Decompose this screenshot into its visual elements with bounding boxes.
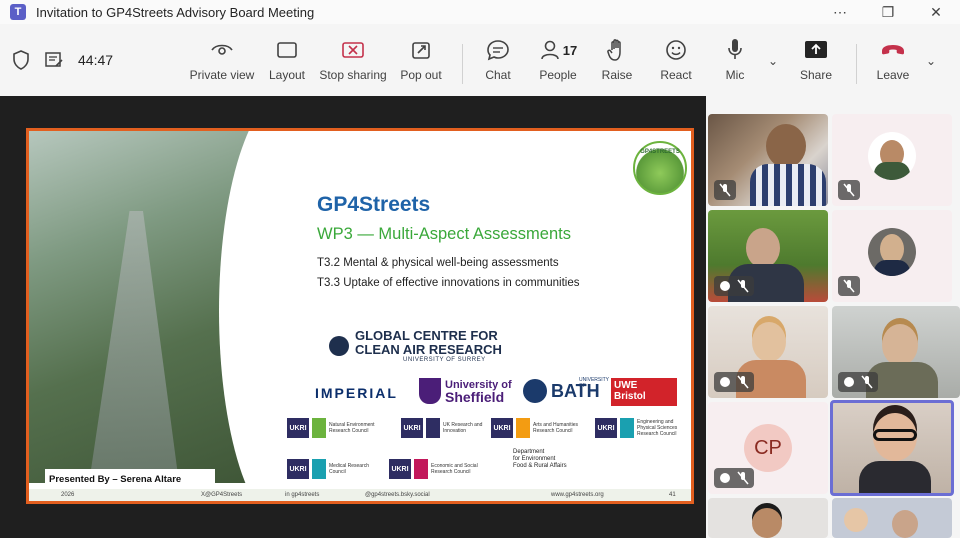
ukri-ahrc-logo: UKRI Arts and Humanities Research Council [491, 418, 587, 438]
mic-off-icon [719, 183, 731, 197]
mic-options-chevron-icon[interactable]: ⌄ [768, 54, 778, 68]
chat-icon [487, 40, 509, 61]
participant-tile[interactable] [832, 498, 952, 538]
react-label: React [660, 68, 692, 82]
share-label: Share [799, 68, 833, 82]
pop-out-button[interactable]: Pop out [389, 38, 453, 82]
global-centre-logo: GLOBAL CENTRE FOR CLEAN AIR RESEARCH UNI… [329, 329, 502, 363]
ukri-nerc-logo: UKRI Natural Environment Research Council [287, 418, 383, 438]
pop-out-icon [412, 42, 430, 59]
react-button[interactable]: React [644, 38, 708, 82]
close-icon[interactable]: ✕ [912, 0, 960, 24]
mic-off-icon [843, 279, 855, 293]
private-view-button[interactable]: Private view [190, 38, 254, 82]
slide-task-1: T3.2 Mental & physical well-being assess… [317, 257, 559, 269]
pin-icon [844, 377, 854, 387]
ukri-esrc-logo: UKRI Economic and Social Research Council [389, 459, 485, 479]
participant-initials-avatar: CP [744, 424, 792, 472]
ukri-mrc-logo: UKRI Medical Research Council [287, 459, 383, 479]
mic-off-icon [861, 375, 873, 389]
people-button[interactable]: 17 People [526, 38, 590, 82]
ukri-logo: UKRI UK Research and Innovation [401, 418, 497, 438]
presentation-slide: Presented By – Serena Altare GP4STREETS … [26, 128, 694, 504]
slide-footer: 2026 X@GP4Streets in gp4streets @gp4stre… [29, 489, 691, 501]
teams-icon: T [10, 4, 26, 20]
window-title: Invitation to GP4Streets Advisory Board … [36, 4, 315, 20]
participant-tile[interactable] [708, 114, 828, 206]
participant-tile[interactable] [708, 498, 828, 538]
uwe-bristol-logo: UWE Bristol [611, 378, 677, 406]
sheffield-logo: University of Sheffield [419, 378, 512, 404]
participant-tile[interactable] [708, 306, 828, 398]
restore-icon[interactable]: ❐ [864, 0, 912, 24]
chat-button[interactable]: Chat [466, 38, 530, 82]
participant-gallery: CP [706, 110, 960, 538]
layout-icon [277, 42, 297, 58]
slide-title: GP4Streets [317, 193, 431, 216]
mic-off-icon [737, 375, 749, 389]
notes-icon[interactable] [44, 51, 64, 69]
ukri-epsrc-logo: UKRI Engineering and Physical Sciences Re… [595, 418, 691, 438]
mic-button[interactable]: Mic [703, 38, 767, 82]
leave-button[interactable]: Leave [861, 38, 925, 82]
active-speaker-tile[interactable] [830, 400, 954, 496]
presenter-caption: Presented By – Serena Altare [45, 469, 215, 489]
private-view-label: Private view [189, 68, 255, 82]
people-label: People [539, 68, 577, 82]
more-options-icon[interactable]: ⋯ [816, 0, 864, 24]
chat-label: Chat [485, 68, 511, 82]
people-count: 17 [562, 42, 578, 58]
raise-label: Raise [601, 68, 633, 82]
mic-off-icon [843, 183, 855, 197]
participant-tile[interactable]: CP [708, 402, 828, 494]
share-button[interactable]: Share [784, 38, 848, 82]
gp4streets-logo: GP4STREETS [633, 141, 687, 195]
pin-icon [720, 377, 730, 387]
raise-hand-icon [607, 39, 621, 61]
imperial-logo: IMPERIAL [315, 385, 398, 401]
title-bar: T Invitation to GP4Streets Advisory Boar… [0, 0, 960, 24]
bath-logo: UNIVERSITY OF BATH [523, 377, 609, 403]
meeting-timer: 44:47 [78, 52, 114, 68]
stop-sharing-label: Stop sharing [319, 68, 387, 82]
meeting-toolbar: 44:47 Private view Layout Stop sharing P… [0, 24, 960, 96]
pin-icon [720, 473, 730, 483]
slide-task-2: T3.3 Uptake of effective innovations in … [317, 277, 580, 289]
mic-label: Mic [725, 68, 745, 82]
shield-icon[interactable] [12, 50, 30, 70]
share-icon [805, 41, 827, 58]
defra-logo: Department for Environment Food & Rural Af… [513, 449, 567, 469]
stop-sharing-icon [342, 42, 364, 58]
leave-label: Leave [876, 68, 910, 82]
mic-icon [728, 39, 742, 59]
pop-out-label: Pop out [400, 68, 442, 82]
participant-tile[interactable] [832, 210, 952, 302]
participant-tile[interactable] [832, 114, 952, 206]
hang-up-icon [882, 45, 904, 55]
leave-options-chevron-icon[interactable]: ⌄ [926, 54, 936, 68]
mic-off-icon [737, 279, 749, 293]
shared-screen: Presented By – Serena Altare GP4STREETS … [0, 96, 706, 538]
stop-sharing-button[interactable]: Stop sharing [319, 38, 387, 82]
layout-button[interactable]: Layout [255, 38, 319, 82]
people-icon [540, 40, 559, 60]
slide-subtitle: WP3 — Multi-Aspect Assessments [317, 225, 571, 243]
participant-tile[interactable] [832, 306, 960, 398]
raise-button[interactable]: Raise [585, 38, 649, 82]
layout-label: Layout [268, 68, 306, 82]
mic-off-icon [737, 471, 749, 485]
participant-tile[interactable] [708, 210, 828, 302]
pin-icon [720, 281, 730, 291]
smiley-icon [666, 40, 686, 60]
eye-icon [211, 44, 233, 55]
